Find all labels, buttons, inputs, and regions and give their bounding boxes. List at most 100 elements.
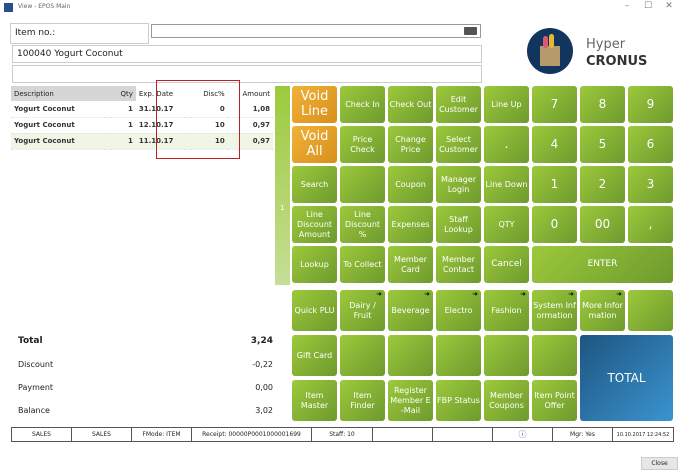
price-check-button[interactable]: Price Check bbox=[340, 126, 385, 163]
status-bar: SALES SALES FMode: ITEM Receipt: 00000P0… bbox=[11, 427, 674, 442]
member-contact-button[interactable]: Member Contact bbox=[436, 246, 481, 283]
item-point-offer-button[interactable]: Item Point Offer bbox=[532, 380, 577, 421]
status-empty-1 bbox=[373, 428, 433, 441]
discount-value: -0,22 bbox=[252, 360, 273, 369]
staff-lookup-button[interactable]: Staff Lookup bbox=[436, 206, 481, 243]
member-card-button[interactable]: Member Card bbox=[388, 246, 433, 283]
blank-button[interactable] bbox=[532, 335, 577, 376]
info-icon[interactable]: ⓘ bbox=[493, 428, 553, 441]
edit-customer-button[interactable]: Edit Customer bbox=[436, 86, 481, 123]
cancel-button[interactable]: Cancel bbox=[484, 246, 529, 283]
payment-label: Payment bbox=[18, 383, 54, 392]
key-9[interactable]: 9 bbox=[628, 86, 673, 123]
select-customer-button[interactable]: Select Customer bbox=[436, 126, 481, 163]
brand-line1: Hyper bbox=[586, 37, 626, 52]
check-in-button[interactable]: Check In bbox=[340, 86, 385, 123]
blank-button[interactable] bbox=[388, 335, 433, 376]
submenu-arrow-icon: ➜ bbox=[424, 290, 430, 298]
manager-login-button[interactable]: Manager Login bbox=[436, 166, 481, 203]
system-information-button[interactable]: ➜ System Information bbox=[532, 290, 577, 331]
line-down-button[interactable]: Line Down bbox=[484, 166, 529, 203]
logo-icon bbox=[527, 28, 573, 74]
submenu-arrow-icon: ➜ bbox=[616, 290, 622, 298]
label: Dairy / Fruit bbox=[349, 300, 376, 320]
keypad-grid: Void Line Check In Check Out Edit Custom… bbox=[292, 86, 673, 283]
info-field bbox=[12, 65, 482, 83]
payment-value: 0,00 bbox=[255, 383, 273, 392]
selected-item-field: 100040 Yogurt Coconut bbox=[12, 45, 482, 63]
fbp-status-button[interactable]: FBP Status bbox=[436, 380, 481, 421]
balance-value: 3,02 bbox=[255, 406, 273, 415]
expenses-button[interactable]: Expenses bbox=[388, 206, 433, 243]
status-mode: SALES bbox=[12, 428, 72, 441]
qty-button[interactable]: QTY bbox=[484, 206, 529, 243]
status-mode-2: SALES bbox=[72, 428, 132, 441]
blank-button[interactable] bbox=[436, 335, 481, 376]
key-0[interactable]: 0 bbox=[532, 206, 577, 243]
void-all-button[interactable]: Void All bbox=[292, 126, 337, 163]
to-collect-button[interactable]: To Collect bbox=[340, 246, 385, 283]
enter-button[interactable]: ENTER bbox=[532, 246, 673, 283]
highlight-box bbox=[156, 80, 240, 159]
fashion-button[interactable]: ➜ Fashion bbox=[484, 290, 529, 331]
page-strip[interactable]: 1 bbox=[275, 86, 290, 285]
submenu-arrow-icon: ➜ bbox=[472, 290, 478, 298]
key-4[interactable]: 4 bbox=[532, 126, 577, 163]
window-title: View - EPOS Main bbox=[18, 3, 71, 10]
key-6[interactable]: 6 bbox=[628, 126, 673, 163]
check-out-button[interactable]: Check Out bbox=[388, 86, 433, 123]
close-window-button[interactable]: ✕ bbox=[662, 1, 676, 11]
search-button[interactable]: Search bbox=[292, 166, 337, 203]
maximize-button[interactable]: ☐ bbox=[641, 1, 655, 11]
quick-plu-button[interactable]: Quick PLU bbox=[292, 290, 337, 331]
key-comma[interactable]: , bbox=[628, 206, 673, 243]
status-fmode: FMode: ITEM bbox=[132, 428, 192, 441]
item-finder-button[interactable]: Item Finder bbox=[340, 380, 385, 421]
total-value: 3,24 bbox=[250, 336, 273, 346]
brand-line2: CRONUS bbox=[586, 54, 648, 69]
total-label: Total bbox=[18, 336, 43, 346]
line-up-button[interactable]: Line Up bbox=[484, 86, 529, 123]
change-price-button[interactable]: Change Price bbox=[388, 126, 433, 163]
electro-button[interactable]: ➜ Electro bbox=[436, 290, 481, 331]
title-bar: View - EPOS Main – ☐ ✕ bbox=[0, 0, 681, 16]
blank-button[interactable] bbox=[484, 335, 529, 376]
gift-card-button[interactable]: Gift Card bbox=[292, 335, 337, 376]
item-master-button[interactable]: Item Master bbox=[292, 380, 337, 421]
keyboard-icon[interactable] bbox=[464, 27, 477, 35]
cell: Yogurt Coconut bbox=[11, 101, 111, 118]
key-3[interactable]: 3 bbox=[628, 166, 673, 203]
line-discount-percent-button[interactable]: Line Discount % bbox=[340, 206, 385, 243]
submenu-arrow-icon: ➜ bbox=[376, 290, 382, 298]
key-5[interactable]: 5 bbox=[580, 126, 625, 163]
blank-button[interactable] bbox=[340, 335, 385, 376]
key-2[interactable]: 2 bbox=[580, 166, 625, 203]
close-button[interactable]: Close bbox=[641, 457, 678, 470]
cell: Yogurt Coconut bbox=[11, 117, 111, 134]
dairy-fruit-button[interactable]: ➜ Dairy / Fruit bbox=[340, 290, 385, 331]
key-1[interactable]: 1 bbox=[532, 166, 577, 203]
void-line-button[interactable]: Void Line bbox=[292, 86, 337, 123]
key-7[interactable]: 7 bbox=[532, 86, 577, 123]
status-staff: Staff: 10 bbox=[312, 428, 373, 441]
label: More Information bbox=[582, 300, 623, 320]
total-button[interactable]: TOTAL bbox=[580, 335, 673, 421]
item-no-input[interactable] bbox=[151, 24, 481, 38]
coupon-button[interactable]: Coupon bbox=[388, 166, 433, 203]
minimize-button[interactable]: – bbox=[620, 1, 634, 11]
lookup-button[interactable]: Lookup bbox=[292, 246, 337, 283]
more-information-button[interactable]: ➜ More Information bbox=[580, 290, 625, 331]
col-qty: Qty bbox=[111, 86, 136, 101]
member-coupons-button[interactable]: Member Coupons bbox=[484, 380, 529, 421]
key-8[interactable]: 8 bbox=[580, 86, 625, 123]
key-00[interactable]: 00 bbox=[580, 206, 625, 243]
line-discount-amount-button[interactable]: Line Discount Amount bbox=[292, 206, 337, 243]
beverage-button[interactable]: ➜ Beverage bbox=[388, 290, 433, 331]
cell: 1 bbox=[111, 117, 136, 134]
register-member-email-button[interactable]: Register Member E -Mail bbox=[388, 380, 433, 421]
key-dot[interactable]: . bbox=[484, 126, 529, 163]
cell: 1 bbox=[111, 133, 136, 150]
blank-button[interactable] bbox=[340, 166, 385, 203]
status-manager: Mgr: Yes bbox=[553, 428, 613, 441]
blank-button[interactable] bbox=[628, 290, 673, 331]
